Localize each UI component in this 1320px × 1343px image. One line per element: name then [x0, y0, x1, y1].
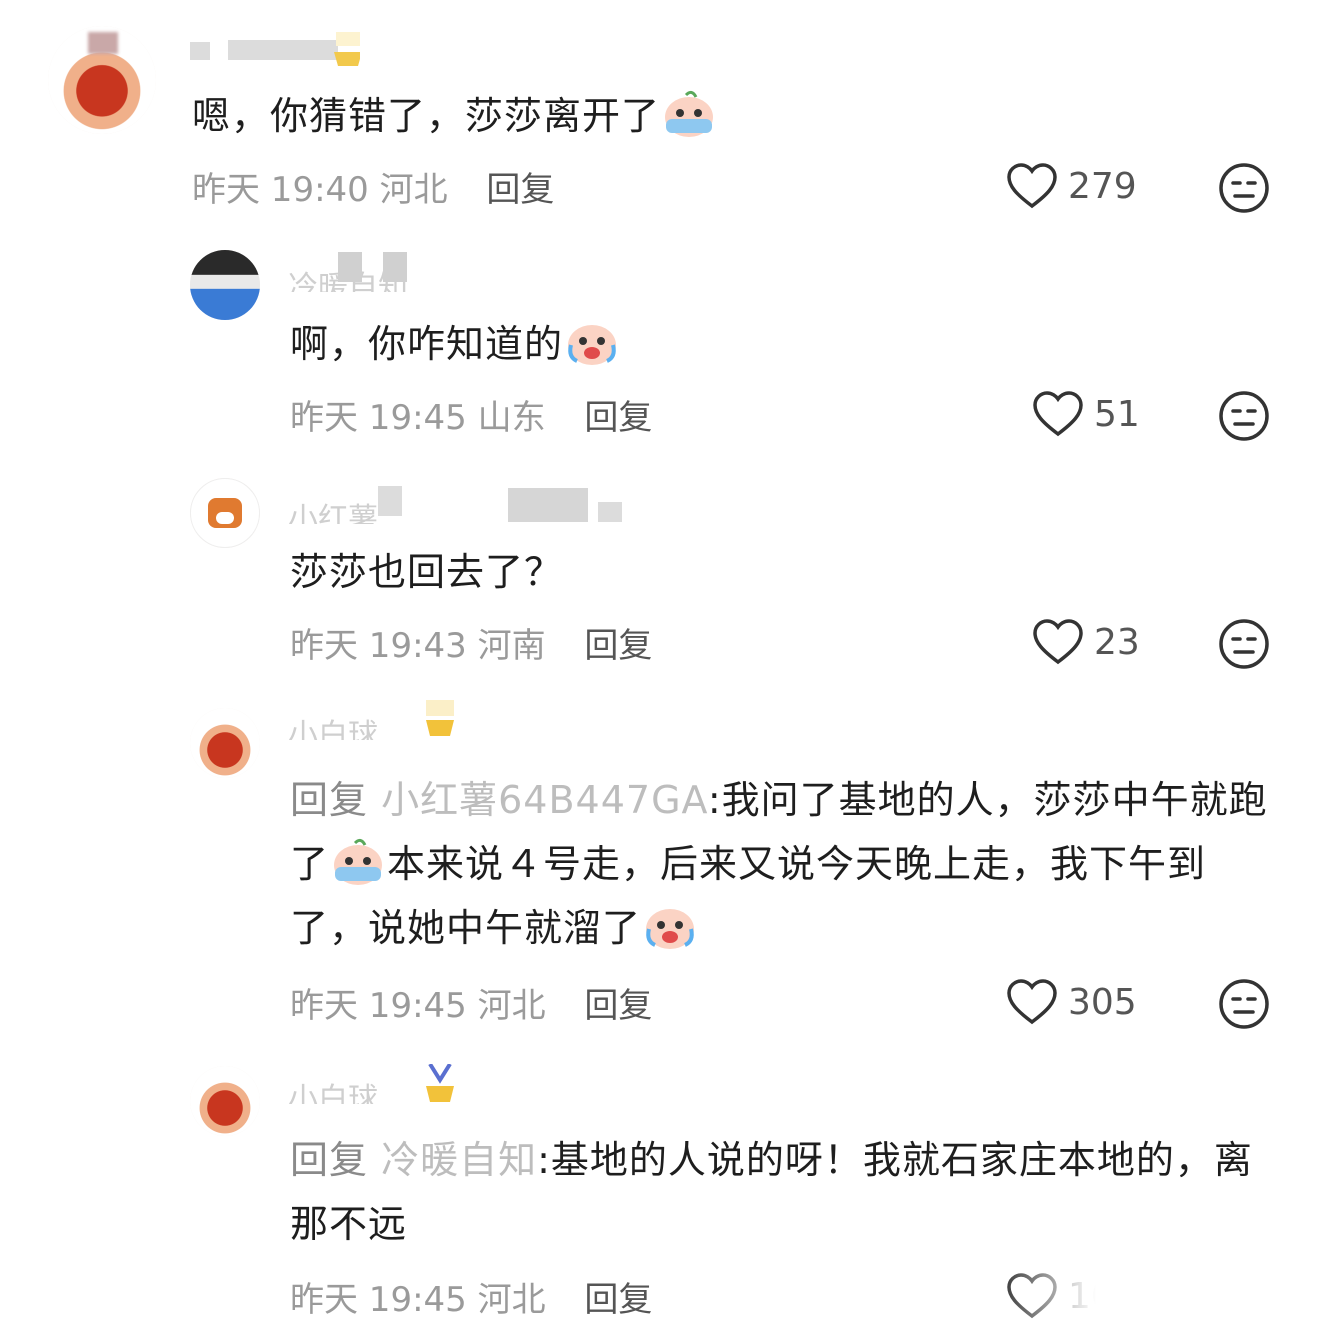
crying-face-emoji — [665, 90, 714, 137]
avatar[interactable] — [190, 250, 260, 320]
comment-meta: 昨天 19:40 河北 回复 — [192, 162, 554, 211]
meh-face-icon[interactable] — [1218, 618, 1270, 670]
comment-meta: 昨天 19:45 河北 回复 — [290, 1272, 652, 1321]
like-button[interactable]: 51 — [1032, 390, 1140, 438]
reply-button[interactable]: 回复 — [584, 1280, 652, 1320]
reply-button[interactable]: 回复 — [584, 398, 652, 438]
comment-meta: 昨天 19:43 河南 回复 — [290, 618, 652, 667]
heart-outline-icon — [1033, 619, 1083, 665]
avatar[interactable] — [48, 26, 156, 134]
like-button[interactable]: 279 — [1006, 162, 1137, 210]
like-button[interactable]: 305 — [1006, 978, 1137, 1026]
meh-face-icon[interactable] — [1218, 162, 1270, 214]
comment-time: 昨天 19:45 — [290, 986, 467, 1026]
comment-time: 昨天 19:43 — [290, 626, 467, 666]
gold-badge-icon — [330, 30, 360, 70]
avatar[interactable] — [190, 708, 260, 778]
comment-region: 河北 — [379, 170, 448, 210]
crying-face-emoji — [646, 909, 695, 949]
comment-text: 莎莎也回去了？ — [290, 550, 564, 594]
crying-face-emoji — [334, 838, 383, 885]
comment-text: 嗯，你猜错了，莎莎离开了 — [192, 84, 1272, 148]
avatar[interactable] — [190, 1066, 260, 1136]
like-count: 279 — [1068, 166, 1137, 207]
like-count: 51 — [1094, 394, 1140, 435]
like-count: 23 — [1094, 622, 1140, 663]
comment-text: 啊，你咋知道的 — [290, 312, 1270, 376]
username[interactable]: 冷暖自知 — [288, 252, 488, 292]
reply-button[interactable]: 回复 — [486, 170, 554, 210]
comment-time: 昨天 19:40 — [192, 170, 369, 210]
gold-badge-icon — [422, 700, 458, 740]
like-count: 305 — [1068, 982, 1137, 1023]
comment-text: 回复 冷暖自知:基地的人说的呀！我就石家庄本地的，离那不远 — [290, 1138, 1253, 1246]
comment-region: 山东 — [477, 398, 546, 438]
comment-time: 昨天 19:45 — [290, 398, 467, 438]
reply-prefix: 回复 — [290, 1138, 369, 1182]
heart-outline-icon — [1007, 163, 1057, 209]
comment-text: 回复 小红薯64B447GA:我问了基地的人，莎莎中午就跑了 本来说４号走，后来又… — [290, 778, 1268, 950]
comment-region: 河北 — [477, 1280, 546, 1320]
meh-face-icon[interactable] — [1218, 978, 1270, 1030]
crying-face-emoji — [568, 325, 617, 365]
comment-region: 河北 — [477, 986, 546, 1026]
mention-link[interactable]: 冷暖自知 — [381, 1138, 537, 1182]
comment-meta: 昨天 19:45 山东 回复 — [290, 390, 652, 439]
username[interactable] — [190, 30, 360, 70]
avatar[interactable] — [190, 478, 260, 548]
meh-face-icon[interactable] — [1218, 390, 1270, 442]
medal-badge-icon — [422, 1064, 458, 1104]
username[interactable]: 小白球 — [288, 1064, 478, 1104]
username[interactable]: 小红薯 — [288, 484, 638, 524]
heart-outline-icon — [1033, 391, 1083, 437]
heart-outline-icon — [1007, 979, 1057, 1025]
bottom-right-watermark-fade — [1000, 1262, 1320, 1343]
comment-meta: 昨天 19:45 河北 回复 — [290, 978, 652, 1027]
reply-button[interactable]: 回复 — [584, 626, 652, 666]
reply-prefix: 回复 — [290, 778, 369, 822]
comment-region: 河南 — [477, 626, 546, 666]
reply-button[interactable]: 回复 — [584, 986, 652, 1026]
username[interactable]: 小白球 — [288, 700, 478, 740]
comment-time: 昨天 19:45 — [290, 1280, 467, 1320]
mention-link[interactable]: 小红薯64B447GA — [381, 778, 708, 822]
like-button[interactable]: 23 — [1032, 618, 1140, 666]
